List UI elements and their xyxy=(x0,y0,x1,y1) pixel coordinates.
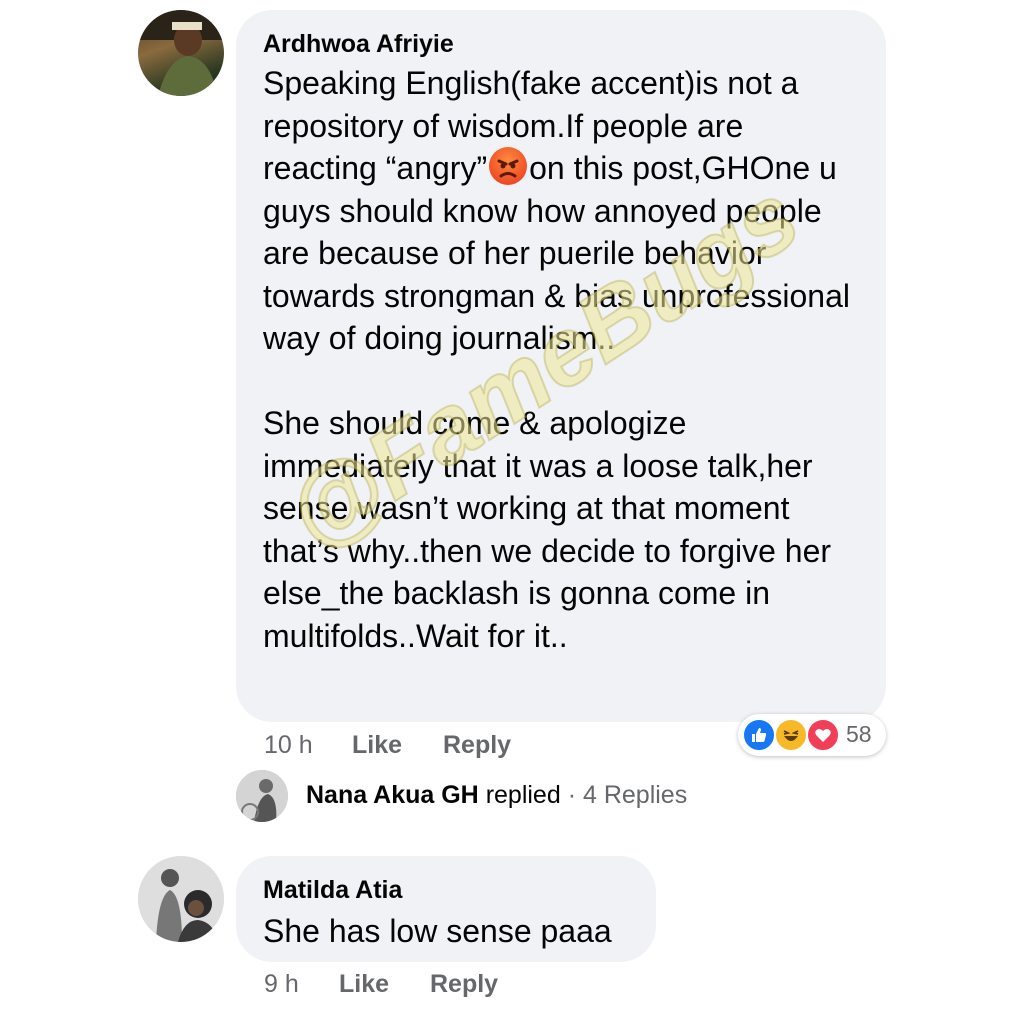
comment-author-ardhwoa[interactable]: Ardhwoa Afriyie xyxy=(263,30,454,59)
avatar-image xyxy=(138,856,224,942)
like-button-matilda[interactable]: Like xyxy=(339,970,389,999)
comment-time-ardhwoa[interactable]: 10 h xyxy=(264,731,313,760)
comment-text-ardhwoa: Speaking English(fake accent)is not a re… xyxy=(263,62,863,657)
reaction-count: 58 xyxy=(846,721,872,747)
avatar-image xyxy=(236,770,288,822)
avatar-matilda[interactable] xyxy=(138,856,224,942)
angry-face-emoji-icon xyxy=(489,147,528,185)
reply-button-matilda[interactable]: Reply xyxy=(430,970,498,999)
replied-label: replied xyxy=(485,781,561,809)
reaction-summary[interactable]: 58 xyxy=(738,714,886,756)
avatar-ardhwoa[interactable] xyxy=(138,10,224,96)
comment-author-matilda[interactable]: Matilda Atia xyxy=(263,876,402,905)
replier-name[interactable]: Nana Akua GH xyxy=(306,781,479,809)
avatar-nana-akua[interactable] xyxy=(236,770,288,822)
separator-dot: · xyxy=(567,781,577,809)
love-icon xyxy=(806,718,840,752)
like-button-ardhwoa[interactable]: Like xyxy=(352,731,402,760)
comment-time-matilda[interactable]: 9 h xyxy=(264,970,299,999)
comment-text-matilda: She has low sense paaa xyxy=(263,913,612,949)
comment-text-part-2: on this post,GHOne u guys should know ho… xyxy=(263,150,850,654)
reply-button-ardhwoa[interactable]: Reply xyxy=(443,731,511,760)
haha-icon xyxy=(774,718,808,752)
avatar-image xyxy=(138,10,224,96)
like-icon xyxy=(742,718,776,752)
replies-count[interactable]: 4 Replies xyxy=(583,781,687,809)
replies-summary-text[interactable]: Nana Akua GH replied · 4 Replies xyxy=(306,781,687,810)
